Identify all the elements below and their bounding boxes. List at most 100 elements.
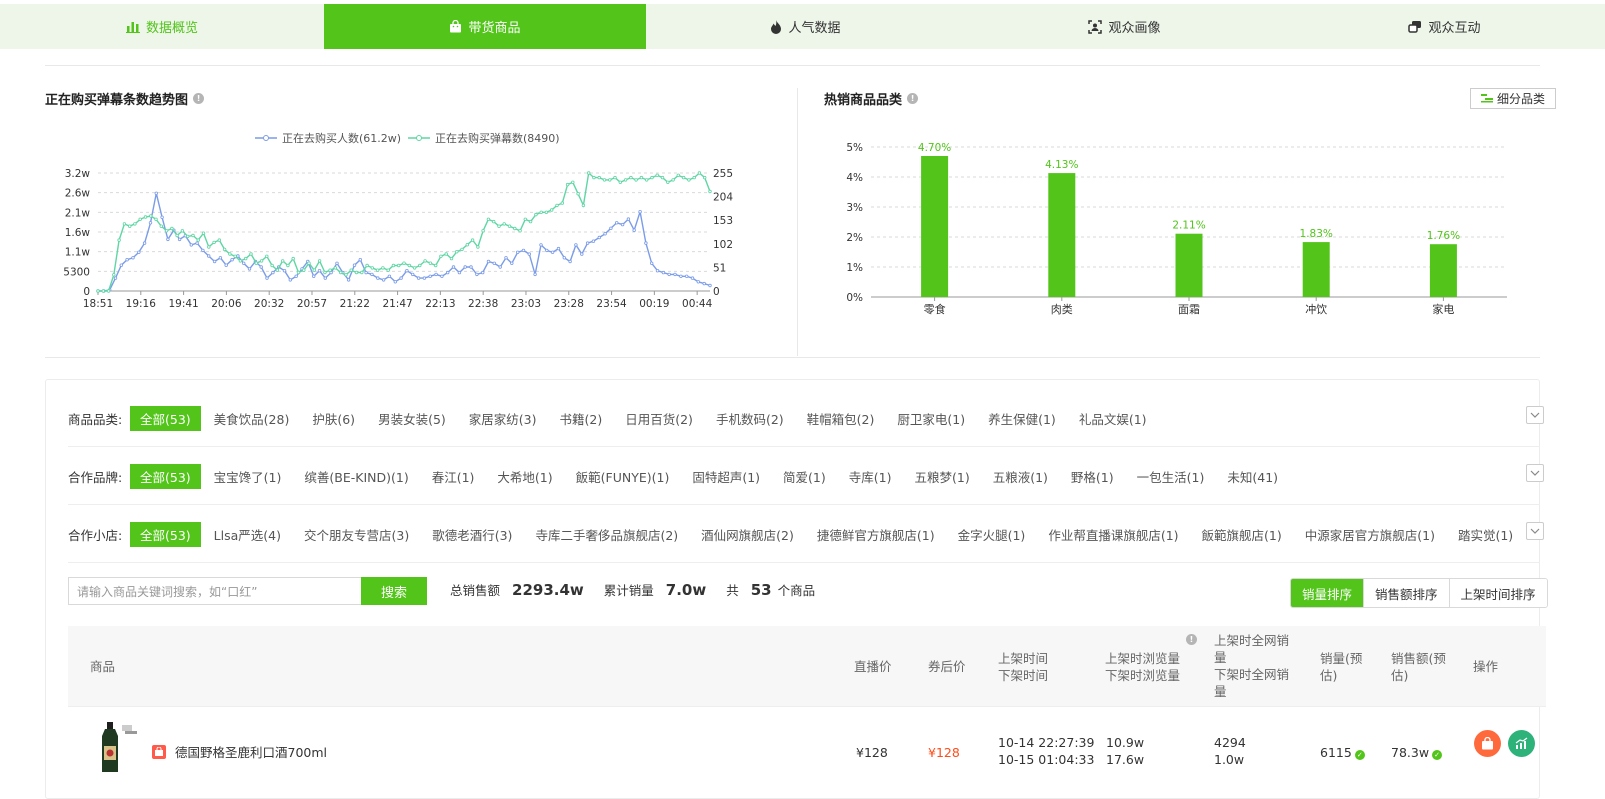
filter-chip[interactable]: 简爱(1) xyxy=(773,464,836,489)
filter-chip[interactable]: 踏实觉(1) xyxy=(1448,522,1523,547)
filter-chip[interactable]: 日用百货(2) xyxy=(615,406,703,431)
th-net-on-line1: 上架时全网销 xyxy=(1214,633,1290,648)
info-icon[interactable]: ! xyxy=(1186,634,1197,645)
off-time: 10-15 01:04:33 xyxy=(998,752,1095,767)
data-point xyxy=(137,250,141,254)
data-point xyxy=(358,257,362,262)
expand-category-button[interactable] xyxy=(1526,406,1544,424)
filter-chip[interactable]: 缤善(BE-KIND)(1) xyxy=(294,464,418,489)
filter-chip[interactable]: 寺库(1) xyxy=(839,464,902,489)
filter-chip[interactable]: 歌德老酒行(3) xyxy=(422,522,522,547)
data-point xyxy=(191,233,195,238)
data-point xyxy=(296,270,301,275)
data-point xyxy=(440,274,444,278)
filter-chip[interactable]: 捷德鲜官方旗舰店(1) xyxy=(807,522,945,547)
data-point xyxy=(507,224,512,228)
x-tick-label: 零食 xyxy=(924,302,946,316)
product-thumbnail[interactable] xyxy=(95,720,143,775)
filter-chip[interactable]: 作业帮直播课旗舰店(1) xyxy=(1038,522,1188,547)
filter-chip[interactable]: 书籍(2) xyxy=(550,406,613,431)
sort-by-time-button[interactable]: 上架时间排序 xyxy=(1448,579,1547,607)
filter-chip[interactable]: 养生保健(1) xyxy=(978,406,1066,431)
data-point xyxy=(687,178,691,182)
filter-chip[interactable]: 礼品文娱(1) xyxy=(1069,406,1157,431)
data-point xyxy=(702,281,706,286)
filter-chip[interactable]: 野格(1) xyxy=(1061,464,1124,489)
filter-chip[interactable]: Llsa严选(4) xyxy=(204,522,291,547)
product-name[interactable]: 德国野格圣鹿利口酒700ml xyxy=(175,744,327,761)
portrait-scan-icon xyxy=(1088,19,1103,34)
tab-audience-interaction[interactable]: 观众互动 xyxy=(1284,4,1605,49)
data-point xyxy=(581,203,586,208)
bar-value-label: 1.76% xyxy=(1427,230,1460,242)
sort-by-volume-button[interactable]: 销量排序 xyxy=(1291,579,1364,607)
info-icon[interactable]: ! xyxy=(907,93,919,104)
filter-chip[interactable]: 酒仙网旗舰店(2) xyxy=(691,522,804,547)
buy-button[interactable] xyxy=(1474,730,1501,757)
legend-item[interactable]: 正在去购买弹幕数(8490) xyxy=(408,131,560,145)
tab-label: 观众画像 xyxy=(1108,21,1161,36)
filter-chip[interactable]: 护肤(6) xyxy=(302,406,365,431)
filter-chip[interactable]: 飯範旗舰店(1) xyxy=(1192,522,1292,547)
y-left-tick-label: 3.2w xyxy=(65,168,91,180)
data-point xyxy=(189,243,193,247)
search-input[interactable]: 请输入商品关键词搜索，如“口红” xyxy=(68,577,361,605)
data-point xyxy=(270,263,274,268)
filter-chip[interactable]: 美食饮品(28) xyxy=(204,406,300,431)
tab-data-overview[interactable]: 数据概览 xyxy=(0,4,324,49)
filter-chip[interactable]: 全部(53) xyxy=(130,521,201,547)
filter-chip[interactable]: 五粮液(1) xyxy=(983,464,1058,489)
filter-chip[interactable]: 交个朋友专营店(3) xyxy=(294,522,419,547)
data-point xyxy=(434,263,438,268)
filter-chip[interactable]: 未知(41) xyxy=(1217,464,1288,489)
y-tick-label: 4% xyxy=(846,172,863,184)
filter-chip[interactable]: 五粮梦(1) xyxy=(904,464,979,489)
data-point xyxy=(629,175,633,180)
data-point xyxy=(386,268,390,272)
tab-audience-portrait[interactable]: 观众画像 xyxy=(965,4,1284,49)
y-right-tick-label: 255 xyxy=(713,168,733,180)
data-point xyxy=(149,214,153,218)
filter-chip[interactable]: 金字火腿(1) xyxy=(948,522,1036,547)
filter-chip[interactable]: 寺库二手奢侈品旗舰店(2) xyxy=(525,522,688,547)
filter-chip[interactable]: 厨卫家电(1) xyxy=(887,406,975,431)
filter-chip[interactable]: 手机数码(2) xyxy=(706,406,794,431)
filter-chip[interactable]: 男装女装(5) xyxy=(368,406,456,431)
expand-brand-button[interactable] xyxy=(1526,464,1544,482)
bar xyxy=(1429,244,1457,297)
filter-chip[interactable]: 飯範(FUNYE)(1) xyxy=(566,464,680,489)
sort-by-amount-button[interactable]: 销售额排序 xyxy=(1363,579,1449,607)
filter-chip[interactable]: 固特超声(1) xyxy=(682,464,770,489)
product-count: 53 xyxy=(750,581,772,599)
filter-label: 商品品类: xyxy=(68,411,123,427)
data-point xyxy=(676,173,680,177)
data-point xyxy=(673,272,677,277)
filter-chip[interactable]: 一包生活(1) xyxy=(1127,464,1215,489)
trend-analysis-button[interactable] xyxy=(1508,730,1535,757)
filter-chip[interactable]: 中源家居官方旗舰店(1) xyxy=(1295,522,1445,547)
data-point xyxy=(212,259,217,264)
legend-item[interactable]: 正在去购买人数(61.2w) xyxy=(255,131,401,145)
filter-chip[interactable]: 宝宝馋了(1) xyxy=(204,464,292,489)
filter-chip[interactable]: 鞋帽箱包(2) xyxy=(797,406,885,431)
data-point xyxy=(591,239,596,243)
filter-chip[interactable]: 全部(53) xyxy=(130,463,201,489)
data-point xyxy=(580,252,584,256)
data-point xyxy=(282,268,287,273)
count-prefix: 共 xyxy=(726,583,739,598)
th-amount: 销售额(预 估) xyxy=(1391,650,1446,684)
tab-label: 人气数据 xyxy=(788,21,841,36)
info-icon[interactable]: ! xyxy=(193,93,205,104)
tab-popularity[interactable]: 人气数据 xyxy=(646,4,965,49)
filter-chip[interactable]: 春江(1) xyxy=(422,464,485,489)
tab-products[interactable]: 带货商品 xyxy=(324,4,646,49)
filter-chip[interactable]: 大希地(1) xyxy=(487,464,562,489)
expand-shop-button[interactable] xyxy=(1526,522,1544,540)
filter-chip[interactable]: 全部(53) xyxy=(130,405,201,431)
category-chip-list: 全部(53) 美食饮品(28) 护肤(6) 男装女装(5) 家居家纺(3) 书籍(2) 日用… xyxy=(130,405,1160,431)
data-point xyxy=(323,276,327,280)
sub-category-button[interactable]: 细分品类 xyxy=(1470,88,1556,109)
filter-chip[interactable]: 家居家纺(3) xyxy=(459,406,547,431)
search-button[interactable]: 搜索 xyxy=(361,577,427,605)
data-point xyxy=(439,254,443,258)
